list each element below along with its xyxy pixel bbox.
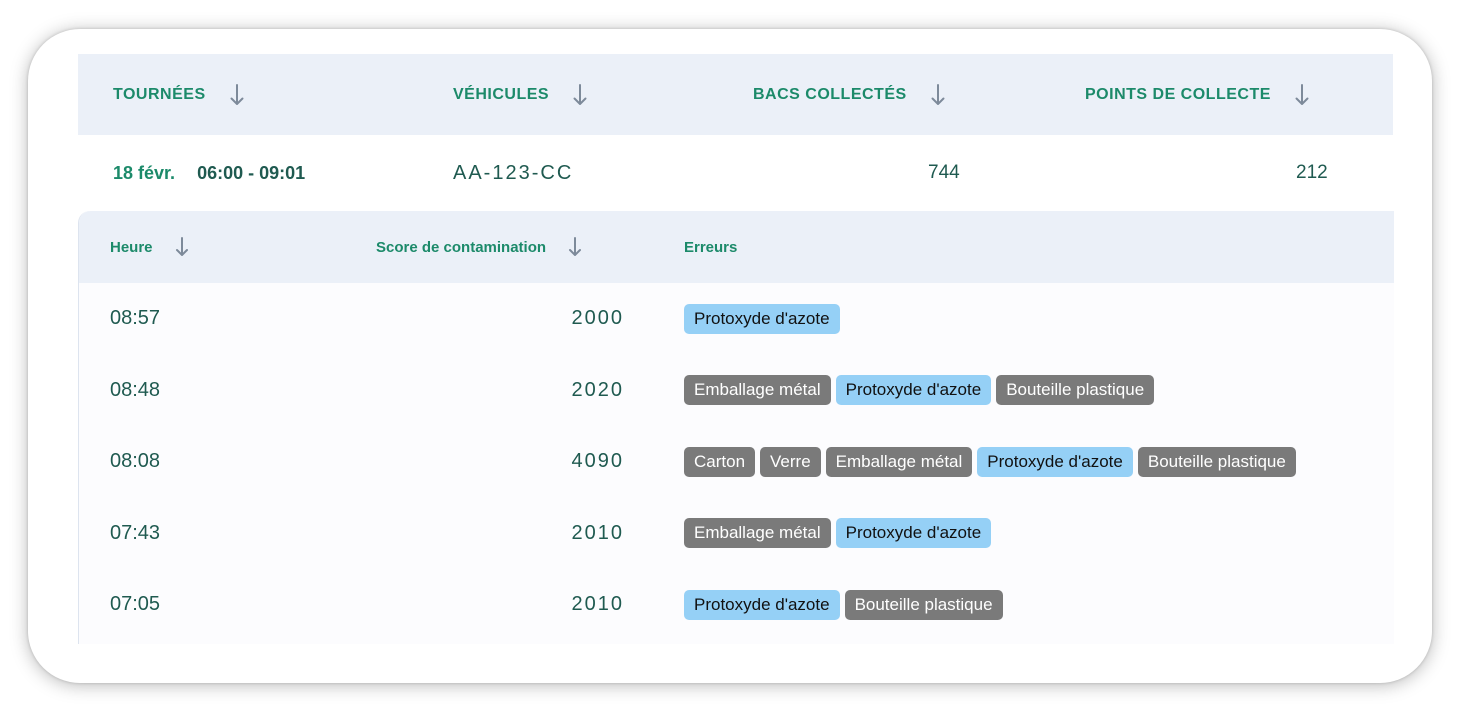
row-time: 08:57 <box>110 307 161 330</box>
vehicle-plate: AA-123-CC <box>453 161 574 184</box>
row-errors: Emballage métal Protoxyde d'azote <box>684 498 992 570</box>
error-tag: Protoxyde d'azote <box>684 589 840 620</box>
column-header-points-de-collecte[interactable]: POINTS DE COLLECTE <box>1085 54 1309 135</box>
collection-points-value: 212 <box>1296 162 1328 183</box>
row-time: 08:48 <box>110 378 161 401</box>
sort-down-arrow-icon[interactable] <box>175 237 189 257</box>
rounds-table-header: TOURNÉES VÉHICULES BACS COLLECTÉS POINTS… <box>78 54 1393 135</box>
sort-down-arrow-icon[interactable] <box>230 83 244 106</box>
column-header-label: VÉHICULES <box>453 85 550 103</box>
sort-down-arrow-icon[interactable] <box>573 83 587 106</box>
row-contamination-score: 2020 <box>571 378 624 401</box>
column-header-label: POINTS DE COLLECTE <box>1085 85 1271 103</box>
table-row[interactable]: 07:05 2010 Protoxyde d'azote Bouteille plas… <box>79 569 1394 641</box>
round-date-time: 18 févr. 06:00 - 09:01 <box>113 135 305 211</box>
row-contamination-score: 2000 <box>571 307 624 330</box>
row-time: 08:08 <box>110 450 161 473</box>
row-contamination-score: 4090 <box>571 450 624 473</box>
round-date: 18 févr. <box>113 162 176 183</box>
row-time: 07:05 <box>110 593 161 616</box>
contamination-subtable: Heure Score de contamination Erreurs 08:… <box>78 211 1394 644</box>
column-header-tournees[interactable]: TOURNÉES <box>113 54 244 135</box>
bins-collected-value: 744 <box>928 162 960 183</box>
row-errors: Emballage métal Protoxyde d'azote Bouteill… <box>684 355 1155 427</box>
contamination-rows: 08:57 2000 Protoxyde d'azote 08:48 2020 Embal… <box>79 283 1394 641</box>
row-errors: Carton Verre Emballage métal Protoxyde d'az… <box>684 426 1296 498</box>
contamination-subtable-header: Heure Score de contamination Erreurs <box>79 211 1394 283</box>
error-tag: Protoxyde d'azote <box>835 518 992 549</box>
row-contamination-score: 2010 <box>571 593 624 616</box>
column-header-score[interactable]: Score de contamination <box>376 211 582 283</box>
sort-down-arrow-icon[interactable] <box>1295 83 1309 106</box>
row-errors: Protoxyde d'azote <box>684 283 840 355</box>
column-header-bacs-collectes[interactable]: BACS COLLECTÉS <box>753 54 945 135</box>
sort-down-arrow-icon[interactable] <box>568 237 582 257</box>
column-header-label: TOURNÉES <box>113 85 206 103</box>
card-container: TOURNÉES VÉHICULES BACS COLLECTÉS POINTS… <box>28 29 1432 683</box>
row-errors: Protoxyde d'azote Bouteille plastique <box>684 569 1003 641</box>
error-tag: Emballage métal <box>825 446 973 477</box>
error-tag: Protoxyde d'azote <box>835 375 992 406</box>
error-tag: Protoxyde d'azote <box>977 446 1133 477</box>
column-header-label: Erreurs <box>684 238 738 256</box>
table-row[interactable]: 07:43 2010 Emballage métal Protoxyde d'azot… <box>79 498 1394 570</box>
error-tag: Carton <box>684 446 756 477</box>
column-header-label: Heure <box>110 238 153 256</box>
sort-down-arrow-icon[interactable] <box>931 83 945 106</box>
error-tag: Emballage métal <box>684 375 831 406</box>
round-time-range: 06:00 - 09:01 <box>197 162 306 183</box>
row-contamination-score: 2010 <box>571 521 624 544</box>
error-tag: Verre <box>760 446 821 477</box>
row-time: 07:43 <box>110 521 161 544</box>
column-header-label: BACS COLLECTÉS <box>753 85 907 103</box>
error-tag: Emballage métal <box>684 518 831 549</box>
rounds-table: TOURNÉES VÉHICULES BACS COLLECTÉS POINTS… <box>78 54 1394 644</box>
column-header-label: Score de contamination <box>376 238 547 256</box>
round-row[interactable]: 18 févr. 06:00 - 09:01 AA-123-CC 744 212 <box>78 135 1393 211</box>
error-tag: Bouteille plastique <box>996 375 1155 406</box>
error-tag: Bouteille plastique <box>844 589 1003 620</box>
error-tag: Protoxyde d'azote <box>684 303 840 334</box>
column-header-heure[interactable]: Heure <box>110 211 189 283</box>
table-row[interactable]: 08:08 4090 Carton Verre Emballage métal Proto… <box>79 426 1394 498</box>
error-tag: Bouteille plastique <box>1137 446 1296 477</box>
column-header-erreurs: Erreurs <box>684 211 737 283</box>
table-row[interactable]: 08:57 2000 Protoxyde d'azote <box>79 283 1394 355</box>
column-header-vehicules[interactable]: VÉHICULES <box>453 54 587 135</box>
table-row[interactable]: 08:48 2020 Emballage métal Protoxyde d'azot… <box>79 355 1394 427</box>
